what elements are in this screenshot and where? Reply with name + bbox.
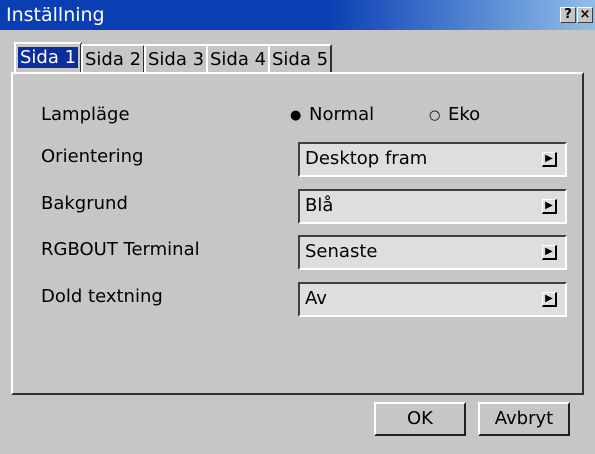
tab-label: Sida 3 — [148, 49, 205, 70]
orientation-label: Orientering — [41, 146, 144, 167]
background-value: Blå — [305, 195, 334, 216]
lamp-mode-label: Lampläge — [41, 104, 130, 125]
orientation-value: Desktop fram — [305, 148, 428, 169]
dropdown-arrow-icon[interactable]: ▶ — [542, 199, 557, 214]
tab-sida-4[interactable]: Sida 4 — [206, 44, 271, 72]
tab-label: Sida 5 — [272, 49, 329, 70]
radio-eko-label: Eko — [448, 104, 481, 125]
rgbout-select[interactable]: Senaste ▶ — [298, 235, 567, 270]
rgbout-label: RGBOUT Terminal — [41, 239, 200, 260]
tab-label: Sida 4 — [210, 49, 267, 70]
radio-normal-label: Normal — [309, 104, 375, 125]
dropdown-arrow-icon[interactable]: ▶ — [542, 292, 557, 307]
title-bar[interactable]: Inställning ? × — [0, 0, 595, 30]
tab-label: Sida 1 — [18, 47, 79, 68]
tab-label: Sida 2 — [85, 49, 142, 70]
radio-unselected-icon: ○ — [429, 107, 441, 123]
tab-sida-2[interactable]: Sida 2 — [81, 44, 146, 72]
radio-normal[interactable]: ● Normal — [290, 104, 374, 126]
captions-select[interactable]: Av ▶ — [298, 282, 567, 317]
captions-label: Dold textning — [41, 286, 163, 307]
tab-sida-1[interactable]: Sida 1 — [14, 42, 83, 73]
window-title: Inställning — [6, 4, 105, 26]
settings-dialog: Inställning ? × Sida 1 Sida 2 Sida 3 Sid… — [0, 0, 595, 454]
close-button[interactable]: × — [577, 7, 593, 23]
tab-sida-5[interactable]: Sida 5 — [268, 44, 333, 72]
background-select[interactable]: Blå ▶ — [298, 189, 567, 224]
cancel-button[interactable]: Avbryt — [478, 402, 570, 436]
radio-selected-icon: ● — [290, 107, 302, 123]
tab-sida-3[interactable]: Sida 3 — [144, 44, 209, 72]
captions-value: Av — [305, 288, 327, 309]
help-button[interactable]: ? — [560, 7, 576, 23]
ok-button[interactable]: OK — [374, 402, 466, 436]
dropdown-arrow-icon[interactable]: ▶ — [542, 245, 557, 260]
dropdown-arrow-icon[interactable]: ▶ — [542, 152, 557, 167]
background-label: Bakgrund — [41, 193, 128, 214]
rgbout-value: Senaste — [305, 241, 378, 262]
radio-eko[interactable]: ○ Eko — [429, 104, 480, 126]
orientation-select[interactable]: Desktop fram ▶ — [298, 142, 567, 177]
